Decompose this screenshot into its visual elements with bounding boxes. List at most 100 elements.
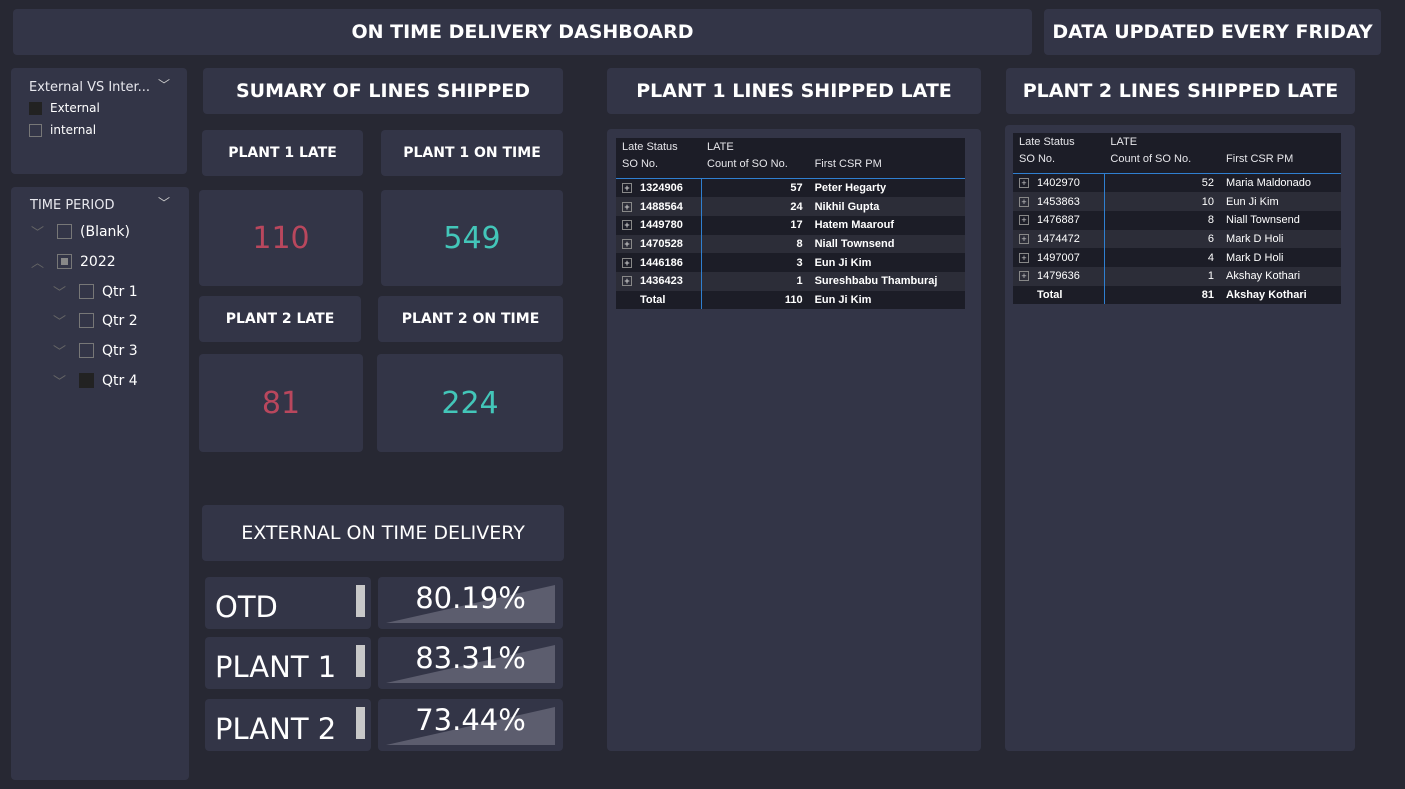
table-row: +1488564 24 Nikhil Gupta (616, 197, 965, 216)
slicer-title: External VS Inter... (29, 80, 151, 95)
col-header: Late Status (1019, 136, 1075, 148)
indicator-bar (356, 707, 365, 739)
expand-icon[interactable]: ﹀ (53, 282, 71, 301)
expand-icon[interactable]: ﹀ (53, 371, 71, 390)
expand-plus-icon[interactable]: + (622, 183, 632, 194)
option-internal[interactable]: internal (29, 123, 96, 137)
collapse-icon[interactable]: ︿ (31, 252, 49, 271)
card-label-text: PLANT 1 LATE (228, 145, 337, 161)
count-cell: 57 (700, 178, 809, 198)
expand-plus-icon[interactable]: + (1019, 196, 1029, 207)
item-qtr3[interactable]: ﹀ Qtr 3 (53, 341, 138, 361)
expand-plus-icon[interactable]: + (622, 276, 632, 287)
checkbox[interactable] (79, 284, 94, 299)
expand-plus-icon[interactable]: + (1019, 178, 1029, 189)
expand-plus-icon[interactable]: + (1019, 252, 1029, 263)
checkbox[interactable] (79, 343, 94, 358)
col-header-csr[interactable]: First CSR PM (1220, 151, 1341, 174)
item-label: Qtr 2 (102, 312, 138, 329)
chevron-down-icon[interactable]: ﹀ (158, 76, 170, 93)
expand-icon[interactable]: ﹀ (53, 341, 71, 360)
checkbox[interactable] (79, 313, 94, 328)
checkbox[interactable] (79, 373, 94, 388)
expand-plus-icon[interactable]: + (1019, 233, 1029, 244)
so-number: 1453863 (1037, 195, 1080, 208)
expand-icon[interactable]: ﹀ (53, 311, 71, 330)
expand-plus-icon[interactable]: + (622, 238, 632, 249)
checkbox[interactable] (29, 123, 42, 137)
so-number: 1449780 (640, 219, 683, 232)
otd-label-card: PLANT 2 (205, 699, 371, 751)
table-row: +1449780 17 Hatem Maarouf (616, 215, 965, 235)
expand-plus-icon[interactable]: + (1019, 271, 1029, 282)
table-row: +1324906 57 Peter Hegarty (616, 178, 965, 198)
col-header-so[interactable]: SO No. (616, 156, 702, 179)
expand-icon[interactable]: ﹀ (31, 222, 49, 241)
so-number: 1446186 (640, 256, 683, 269)
so-number: 1488564 (640, 200, 683, 213)
item-qtr1[interactable]: ﹀ Qtr 1 (53, 282, 138, 302)
count-cell: 24 (700, 197, 809, 216)
plant1-title-text: PLANT 1 LINES SHIPPED LATE (636, 80, 952, 102)
csr-cell: Niall Townsend (1226, 214, 1300, 227)
csr-cell: Peter Hegarty (814, 182, 887, 195)
option-external[interactable]: External (29, 101, 100, 115)
otd-label: PLANT 1 (215, 650, 337, 684)
kpi-value: 81 (261, 385, 301, 421)
plant1-ontime-value: 549 (381, 190, 563, 286)
plant2-title-text: PLANT 2 LINES SHIPPED LATE (1022, 80, 1339, 102)
plant1-table: Late Status LATE SO No. Count of SO No. Fir… (616, 138, 965, 310)
otd-value-card: 73.44% (378, 699, 563, 751)
otd-title: EXTERNAL ON TIME DELIVERY (202, 505, 564, 561)
card-label-text: PLANT 1 ON TIME (403, 145, 541, 161)
checkbox[interactable] (29, 101, 42, 115)
kpi-value: 110 (252, 220, 310, 256)
total-count: 110 (700, 290, 809, 310)
col-header: Late Status (622, 141, 678, 153)
title-text: ON TIME DELIVERY DASHBOARD (351, 21, 694, 43)
expand-plus-icon[interactable]: + (622, 201, 632, 212)
item-qtr4[interactable]: ﹀ Qtr 4 (53, 371, 138, 391)
plant2-title: PLANT 2 LINES SHIPPED LATE (1006, 68, 1355, 114)
item-qtr2[interactable]: ﹀ Qtr 2 (53, 311, 138, 331)
otd-title-text: EXTERNAL ON TIME DELIVERY (241, 522, 525, 544)
csr-cell: Niall Townsend (808, 234, 965, 254)
checkbox[interactable] (57, 254, 72, 269)
plant2-late-value: 81 (199, 354, 363, 452)
otd-label-card: OTD (205, 577, 371, 629)
expand-plus-icon[interactable]: + (1019, 215, 1029, 226)
count-cell: 17 (700, 215, 809, 235)
col-header-so[interactable]: SO No. (1013, 151, 1105, 174)
expand-plus-icon[interactable]: + (622, 257, 632, 268)
col-header-count[interactable]: Count of SO No. (701, 156, 809, 179)
otd-label: OTD (215, 590, 278, 624)
total-count: 81 (1103, 285, 1221, 305)
chevron-down-icon[interactable]: ﹀ (158, 194, 170, 211)
so-number: 1479636 (1037, 270, 1080, 283)
otd-value: 73.44% (415, 703, 526, 737)
so-number: 1474472 (1037, 232, 1080, 245)
csr-cell: Akshay Kothari (1220, 266, 1341, 286)
so-number: 1436423 (640, 275, 683, 288)
expand-plus-icon[interactable]: + (622, 220, 632, 231)
otd-value: 83.31% (415, 641, 526, 675)
time-period-slicer: TIME PERIOD ﹀ ﹀ (Blank) ︿ 2022 ﹀ Qtr 1 ﹀ Qtr… (11, 187, 189, 780)
otd-value-card: 80.19% (378, 577, 563, 629)
checkbox[interactable] (57, 224, 72, 239)
total-csr: Eun Ji Kim (814, 293, 872, 306)
col-header-csr[interactable]: First CSR PM (808, 156, 965, 179)
item-label: (Blank) (80, 223, 130, 240)
item-blank[interactable]: ﹀ (Blank) (31, 222, 130, 242)
so-number: 1476887 (1037, 214, 1080, 227)
so-number: 1470528 (640, 237, 683, 250)
csr-cell: Sureshbabu Thamburaj (808, 271, 965, 291)
so-number: 1402970 (1037, 177, 1080, 190)
col-header-count[interactable]: Count of SO No. (1104, 151, 1221, 174)
otd-label: PLANT 2 (215, 712, 337, 746)
otd-value-card: 83.31% (378, 637, 563, 689)
csr-cell: Eun Ji Kim (1220, 192, 1341, 211)
plant2-ontime-value: 224 (377, 354, 563, 452)
item-2022[interactable]: ︿ 2022 (31, 252, 116, 272)
option-label: External (50, 101, 100, 115)
table-row: +1453863 10 Eun Ji Kim (1013, 192, 1341, 211)
